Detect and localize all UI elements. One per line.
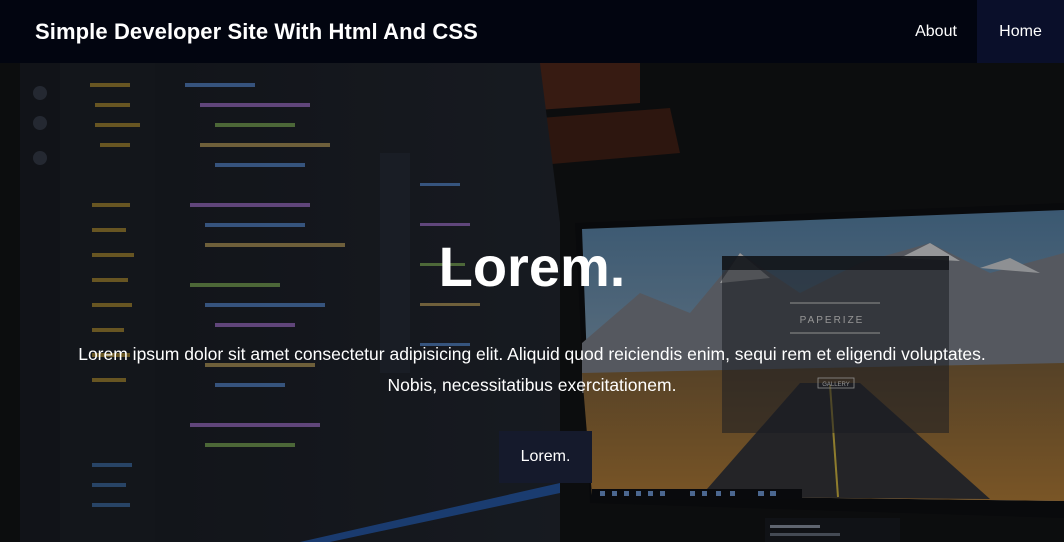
hero-description: Lorem ipsum dolor sit amet consectetur a… <box>0 339 1064 401</box>
hero-cta-button[interactable]: Lorem. <box>499 431 592 483</box>
site-header: Simple Developer Site With Html And CSS … <box>0 0 1064 63</box>
hero-section: PAPERIZE GALLERY Lorem. Lorem ipsum dolo… <box>0 63 1064 542</box>
site-title[interactable]: Simple Developer Site With Html And CSS <box>35 19 478 45</box>
hero-description-line-1: Lorem ipsum dolor sit amet consectetur a… <box>78 344 986 364</box>
hero-description-line-2: Nobis, necessitatibus exercitationem. <box>387 375 677 395</box>
nav-link-home[interactable]: Home <box>977 0 1064 63</box>
nav-link-about[interactable]: About <box>897 0 975 63</box>
main-nav: About Home <box>897 0 1064 63</box>
hero-title: Lorem. <box>438 235 626 298</box>
